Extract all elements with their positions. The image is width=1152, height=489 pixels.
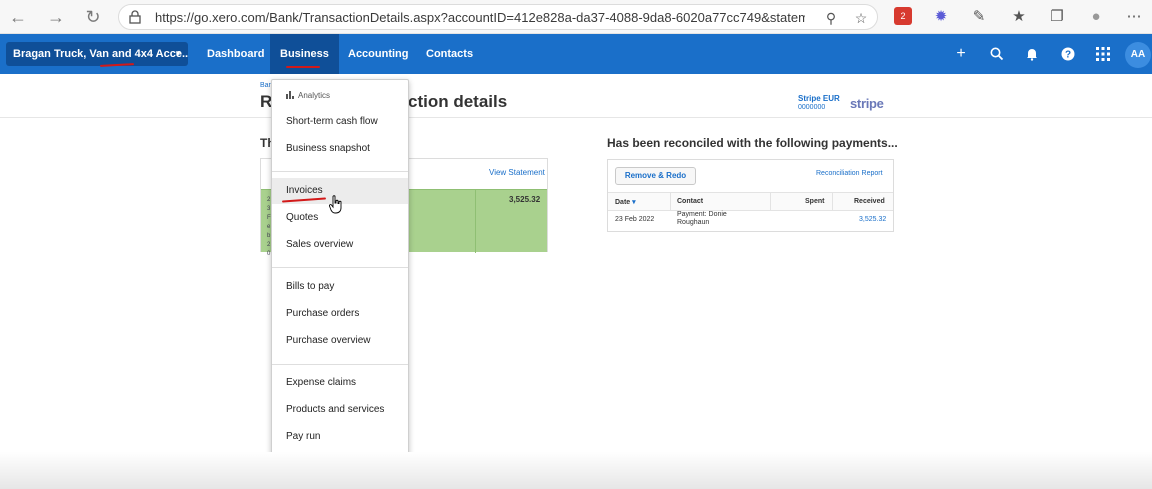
plus-icon[interactable]: +: [953, 46, 969, 62]
nav-accounting[interactable]: Accounting: [338, 34, 419, 74]
forward-arrow-icon[interactable]: →: [44, 5, 68, 29]
nav-business[interactable]: Business: [270, 34, 339, 74]
favorites-icon[interactable]: ★: [1009, 7, 1029, 27]
hand-cursor-icon: [329, 195, 342, 214]
column-divider: [475, 190, 476, 253]
organisation-switcher[interactable]: Bragan Truck, Van and 4x4 Acce... ▼: [6, 42, 188, 66]
reconciled-section-title: Has been reconciled with the following p…: [607, 136, 898, 150]
nav-contacts[interactable]: Contacts: [416, 34, 483, 74]
extension-badge-count: 2: [900, 11, 906, 21]
column-divider: [832, 193, 833, 211]
menu-item-purchase-orders[interactable]: Purchase orders: [272, 301, 408, 327]
search-icon[interactable]: [989, 46, 1005, 62]
organisation-name: Bragan Truck, Van and 4x4 Acce...: [13, 48, 188, 60]
menu-divider: [272, 171, 408, 172]
column-date-label: Date: [615, 199, 631, 206]
menu-item-short-term-cash-flow[interactable]: Short-term cash flow: [272, 109, 408, 135]
row-contact-line1: Payment: Donie: [677, 211, 727, 218]
column-spent: Spent: [805, 198, 825, 205]
table-header: Date ▾ Contact Spent Received: [608, 192, 893, 211]
favorite-star-icon[interactable]: ☆: [852, 9, 870, 27]
row-contact-line2: Roughaun: [677, 219, 710, 226]
row-received[interactable]: 3,525.32: [859, 216, 886, 223]
annotation-underline: [99, 63, 135, 67]
reconciled-panel: Remove & Redo Reconciliation Report Date…: [607, 159, 894, 232]
business-menu: Analytics Short-term cash flow Business …: [271, 79, 409, 461]
reload-icon[interactable]: ↻: [81, 5, 105, 29]
page-title-right: ction details: [408, 92, 508, 111]
page-header: Ban R ction details Stripe EUR 0000000 s…: [0, 74, 1152, 118]
menu-divider: [272, 267, 408, 268]
chevron-down-icon: ▼: [174, 49, 182, 58]
payments-table: Date ▾ Contact Spent Received 23 Feb 202…: [608, 192, 893, 231]
column-received: Received: [854, 198, 885, 205]
table-row[interactable]: 23 Feb 2022 Payment: Donie Roughaun 3,52…: [608, 211, 893, 231]
bar-chart-icon: [286, 91, 294, 99]
svg-text:?: ?: [1065, 50, 1071, 61]
reconciliation-report-link[interactable]: Reconciliation Report: [816, 170, 883, 177]
zoom-icon[interactable]: ⚲: [822, 9, 840, 27]
menu-item-bills-to-pay[interactable]: Bills to pay: [272, 274, 408, 300]
bank-account-name: Stripe EUR: [798, 94, 840, 103]
page-footer-area: [0, 452, 1152, 489]
column-contact: Contact: [677, 198, 704, 205]
extensions-puzzle-icon[interactable]: ✎: [969, 7, 989, 27]
column-divider: [670, 193, 671, 211]
column-date[interactable]: Date ▾: [615, 198, 636, 206]
bell-icon[interactable]: [1024, 46, 1040, 62]
analytics-label-text: Analytics: [298, 91, 331, 100]
menu-item-sales-overview[interactable]: Sales overview: [272, 232, 408, 258]
remove-redo-button[interactable]: Remove & Redo: [615, 167, 696, 185]
annotation-underline: [286, 66, 320, 68]
avatar[interactable]: AA: [1125, 42, 1151, 68]
column-divider: [770, 193, 771, 211]
back-arrow-icon[interactable]: ←: [6, 5, 30, 29]
menu-item-purchase-overview[interactable]: Purchase overview: [272, 328, 408, 354]
menu-item-pay-run[interactable]: Pay run: [272, 424, 408, 450]
app-grid-icon[interactable]: [1095, 46, 1111, 62]
app-navbar: Bragan Truck, Van and 4x4 Acce... ▼ Dash…: [0, 34, 1152, 74]
browser-toolbar: ← → ↻ https://go.xero.com/Bank/Transacti…: [0, 0, 1152, 34]
nav-dashboard[interactable]: Dashboard: [197, 34, 274, 74]
menu-divider: [272, 364, 408, 365]
menu-item-business-snapshot[interactable]: Business snapshot: [272, 136, 408, 162]
url-text: https://go.xero.com/Bank/TransactionDeta…: [155, 10, 805, 25]
collections-icon[interactable]: ❐: [1047, 7, 1067, 27]
stripe-logo: stripe: [850, 96, 884, 111]
extension-gear-icon[interactable]: ✹: [931, 7, 951, 27]
more-menu-icon[interactable]: ⋯: [1124, 7, 1144, 27]
profile-icon[interactable]: ●: [1086, 7, 1106, 27]
row-date: 23 Feb 2022: [615, 216, 655, 223]
lock-icon: [129, 10, 141, 24]
extension-badge-icon[interactable]: 2: [894, 7, 912, 25]
view-statement-link[interactable]: View Statement: [489, 168, 545, 177]
bank-account-number: 0000000: [798, 104, 826, 111]
address-bar[interactable]: https://go.xero.com/Bank/TransactionDeta…: [118, 4, 878, 30]
statement-amount: 3,525.32: [509, 195, 541, 204]
help-icon[interactable]: ?: [1060, 46, 1076, 62]
menu-item-expense-claims[interactable]: Expense claims: [272, 370, 408, 396]
analytics-section-label: Analytics: [286, 91, 330, 100]
menu-item-products-and-services[interactable]: Products and services: [272, 397, 408, 423]
